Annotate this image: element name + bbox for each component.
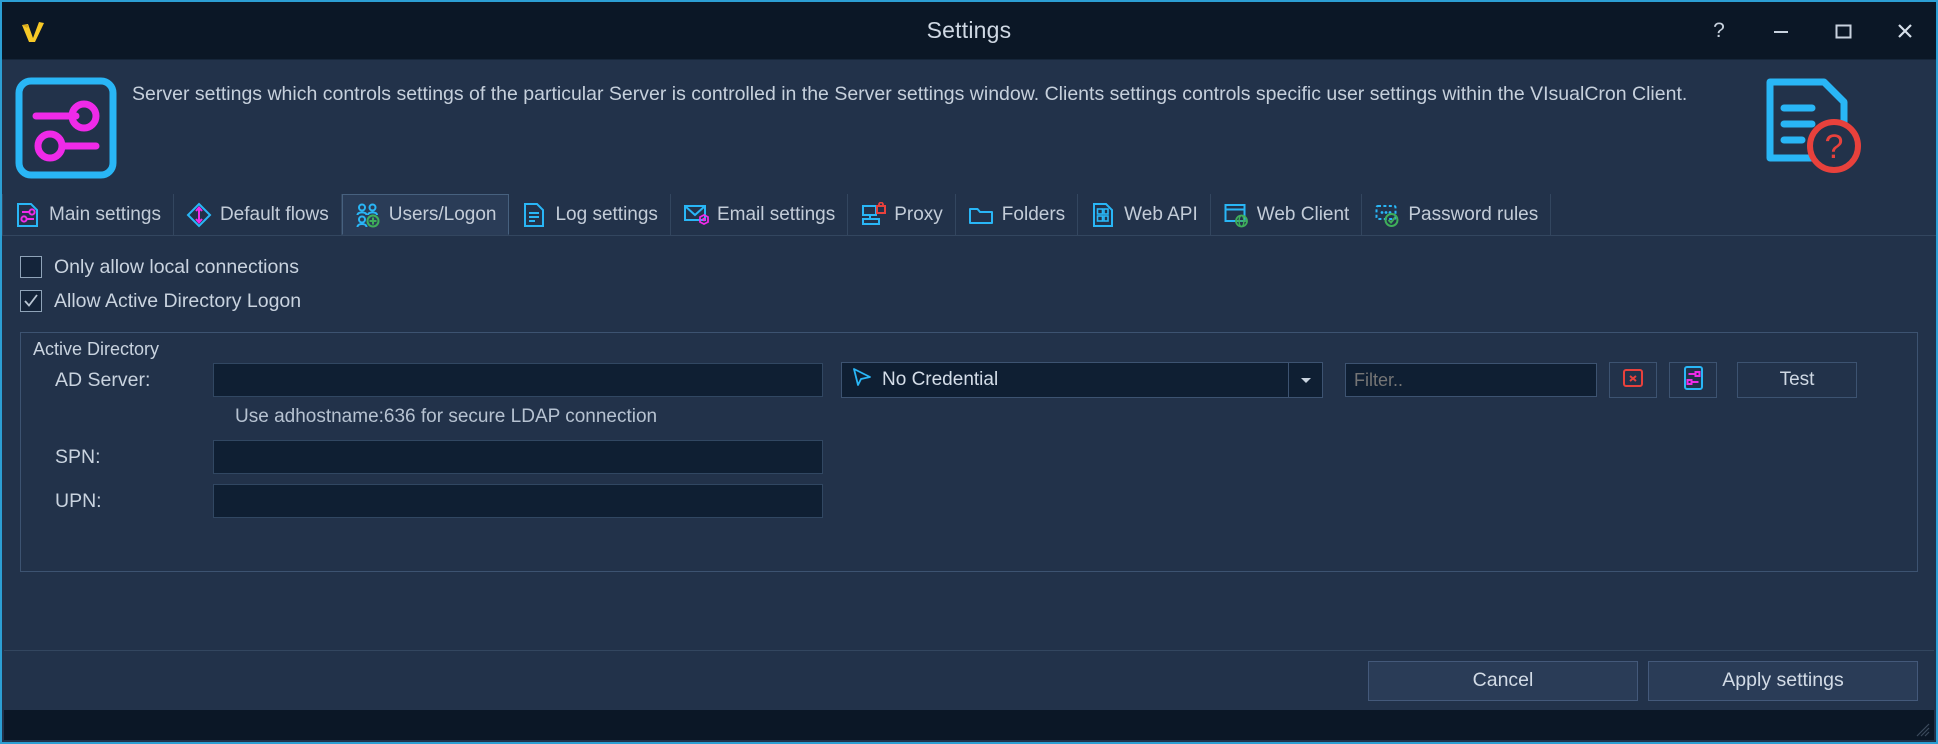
- tab-label: Main settings: [49, 203, 161, 225]
- cancel-button-label: Cancel: [1472, 669, 1534, 691]
- close-icon: [1894, 20, 1916, 42]
- sliders-edit-icon: [1681, 365, 1705, 396]
- resize-grip-icon[interactable]: [1916, 723, 1930, 737]
- ad-server-label: AD Server:: [55, 368, 151, 391]
- filter-input[interactable]: [1345, 363, 1597, 397]
- window-title: Settings: [926, 17, 1012, 43]
- tab-label: Proxy: [894, 203, 943, 225]
- tab-web-client[interactable]: Web Client: [1211, 194, 1363, 235]
- ldap-hint: Use adhostname:636 for secure LDAP conne…: [235, 406, 658, 427]
- browser-globe-icon: [1223, 202, 1249, 228]
- header-banner: Server settings which controls settings …: [2, 60, 1936, 190]
- window-controls: ?: [1688, 2, 1936, 59]
- close-button[interactable]: [1874, 2, 1936, 59]
- users-logon-panel: Only allow local connections Allow Activ…: [2, 236, 1936, 616]
- tab-proxy[interactable]: Proxy: [848, 194, 956, 235]
- checkbox-allow-active-directory-logon[interactable]: Allow Active Directory Logon: [20, 284, 1918, 318]
- edit-credential-button[interactable]: [1669, 362, 1717, 398]
- spn-input[interactable]: [213, 440, 823, 474]
- spn-label: SPN:: [55, 445, 101, 468]
- checkmark-icon: [22, 292, 40, 310]
- checkbox-only-allow-local-connections[interactable]: Only allow local connections: [20, 250, 1918, 284]
- log-document-icon: [521, 202, 547, 228]
- upn-label: UPN:: [55, 489, 102, 512]
- envelope-gear-icon: [683, 202, 709, 228]
- svg-text:?: ?: [1825, 128, 1844, 166]
- settings-sliders-icon: [14, 76, 118, 180]
- tab-users-logon[interactable]: Users/Logon: [341, 194, 510, 235]
- tab-label: Users/Logon: [388, 203, 497, 225]
- status-bar: [4, 710, 1934, 740]
- test-button[interactable]: Test: [1737, 362, 1857, 398]
- tab-label: Web Client: [1256, 203, 1350, 225]
- active-directory-group: Active Directory AD Server: No Credentia…: [20, 332, 1918, 572]
- title-bar: Settings ?: [2, 2, 1936, 60]
- tab-folders[interactable]: Folders: [956, 194, 1079, 235]
- ad-server-input[interactable]: [213, 363, 823, 397]
- tab-label: Password rules: [1408, 203, 1539, 225]
- settings-tab-bar: Main settings Default flows Users/Logon …: [2, 194, 1936, 236]
- folder-icon: [968, 202, 994, 228]
- group-title: Active Directory: [33, 339, 160, 359]
- tab-label: Email settings: [716, 203, 836, 225]
- tab-label: Web API: [1124, 203, 1198, 225]
- checkbox-label: Only allow local connections: [54, 255, 299, 278]
- users-add-icon: [355, 202, 381, 228]
- password-check-icon: [1374, 202, 1400, 228]
- dialog-footer: Cancel Apply settings: [4, 650, 1934, 710]
- help-button[interactable]: ?: [1688, 2, 1750, 59]
- maximize-button[interactable]: [1812, 2, 1874, 59]
- tab-password-rules[interactable]: Password rules: [1362, 194, 1552, 235]
- clear-credential-button[interactable]: [1609, 362, 1657, 398]
- test-button-label: Test: [1779, 369, 1815, 390]
- header-description: Server settings which controls settings …: [132, 83, 1688, 105]
- cursor-arrow-icon: [850, 366, 874, 394]
- tab-email-settings[interactable]: Email settings: [671, 194, 849, 235]
- api-document-icon: [1090, 202, 1116, 228]
- settings-window: Settings ? Server settings which control…: [0, 0, 1938, 744]
- minimize-button[interactable]: [1750, 2, 1812, 59]
- chevron-down-icon[interactable]: [1288, 363, 1322, 397]
- visualcron-logo-icon: [16, 14, 50, 48]
- spn-row: SPN:: [21, 440, 1917, 474]
- server-lock-icon: [860, 201, 887, 228]
- credential-dropdown[interactable]: No Credential: [841, 362, 1323, 398]
- tab-label: Log settings: [555, 203, 658, 225]
- tab-main-settings[interactable]: Main settings: [2, 194, 174, 235]
- tab-log-settings[interactable]: Log settings: [509, 194, 671, 235]
- minimize-icon: [1770, 20, 1792, 42]
- checkbox-box[interactable]: [20, 290, 42, 312]
- maximize-icon: [1832, 20, 1854, 42]
- tab-web-api[interactable]: Web API: [1078, 194, 1211, 235]
- document-help-icon: ?: [1756, 74, 1864, 178]
- checkbox-label: Allow Active Directory Logon: [54, 289, 302, 312]
- apply-settings-button[interactable]: Apply settings: [1648, 660, 1918, 701]
- sliders-document-icon: [15, 202, 41, 228]
- checkbox-box[interactable]: [20, 256, 42, 278]
- cancel-button[interactable]: Cancel: [1368, 660, 1638, 701]
- upn-input[interactable]: [213, 484, 823, 518]
- credential-value: No Credential: [882, 369, 999, 390]
- tab-default-flows[interactable]: Default flows: [174, 194, 342, 235]
- red-delete-icon: [1621, 366, 1645, 395]
- ad-server-row: AD Server: No Credential Filter.. Test: [21, 362, 1917, 398]
- tab-label: Default flows: [219, 203, 329, 225]
- apply-button-label: Apply settings: [1722, 669, 1844, 691]
- tab-label: Folders: [1001, 203, 1066, 225]
- upn-row: UPN:: [21, 484, 1917, 518]
- question-mark-icon: ?: [1713, 18, 1725, 42]
- diamond-arrows-icon: [186, 202, 212, 228]
